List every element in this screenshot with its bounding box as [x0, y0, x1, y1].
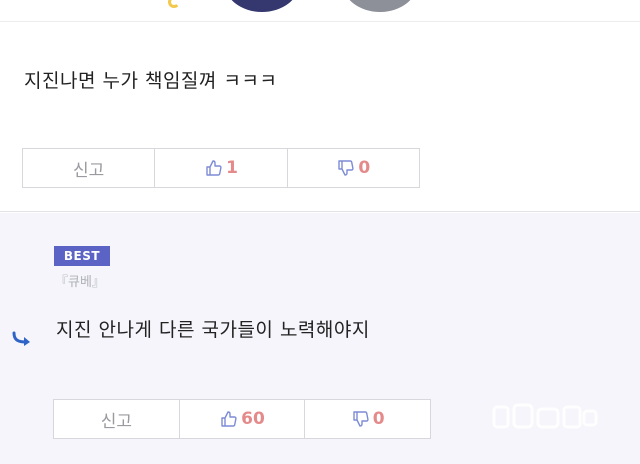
dislike-button[interactable]: 0: [286, 149, 419, 187]
report-label: 신고: [73, 160, 105, 181]
report-button[interactable]: 신고: [54, 400, 179, 438]
comment-text: 지진 안나게 다른 국가들이 노력해야지: [56, 319, 370, 341]
like-button[interactable]: 60: [178, 400, 305, 438]
report-label: 신고: [100, 411, 132, 432]
partial-icon: [168, 0, 180, 8]
comment-actions: 신고 60 0: [53, 399, 431, 439]
report-button[interactable]: 신고: [23, 149, 154, 187]
vote-up-circle-button[interactable]: [225, 0, 299, 12]
comment-actions: 신고 1 0: [22, 148, 420, 188]
comment-text: 지진나면 누가 책임질껴 ㅋㅋㅋ: [24, 70, 278, 92]
like-button[interactable]: 1: [154, 149, 286, 187]
comment-author[interactable]: 『큐베』: [55, 271, 105, 290]
vote-down-circle-button[interactable]: [343, 0, 417, 12]
like-count: 1: [226, 158, 238, 178]
top-button-strip: [0, 0, 640, 22]
comment-section: 지진나면 누가 책임질껴 ㅋㅋㅋ 신고 1 0 BEST 『큐베』 지진 안나게…: [0, 0, 640, 464]
dislike-count: 0: [358, 158, 371, 178]
dislike-button[interactable]: 0: [304, 400, 430, 438]
dislike-count: 0: [372, 409, 385, 429]
thumbs-down-icon: [338, 160, 355, 176]
like-count: 60: [241, 409, 265, 429]
thumbs-up-icon: [221, 411, 237, 427]
site-watermark: [492, 403, 598, 429]
reply-arrow-icon: [12, 331, 30, 346]
best-comment-item: BEST 『큐베』 지진 안나게 다른 국가들이 노력해야지 신고 60 0: [0, 213, 640, 464]
thumbs-down-icon: [353, 411, 369, 427]
thumbs-up-icon: [206, 160, 222, 176]
comment-item: 지진나면 누가 책임질껴 ㅋㅋㅋ 신고 1 0: [0, 22, 640, 212]
best-badge: BEST: [54, 246, 110, 266]
